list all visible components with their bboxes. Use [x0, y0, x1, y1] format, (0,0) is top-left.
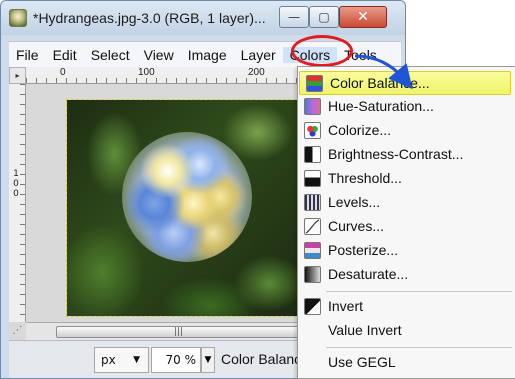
menu-item-curves[interactable]: Curves... — [298, 215, 515, 239]
hydrangea-flower — [122, 132, 252, 262]
hue-saturation-icon — [304, 98, 321, 115]
zoom-input[interactable]: 70 % — [151, 347, 201, 373]
menu-item-label: Hue-Saturation... — [328, 98, 434, 114]
color-balance-icon — [306, 75, 323, 92]
menu-item-label: Color Balance... — [330, 75, 430, 91]
colorize-icon — [304, 122, 321, 139]
image-thumbnail-icon — [9, 9, 27, 27]
posterize-icon — [304, 242, 321, 259]
ruler-label: 0 — [13, 189, 19, 199]
menu-item-use-gegl[interactable]: Use GEGL — [298, 351, 515, 375]
ruler-label: 0 — [13, 179, 19, 189]
horizontal-ruler[interactable]: 0 100 200 — [26, 67, 301, 84]
menu-item-value-invert[interactable]: Value Invert — [298, 319, 515, 343]
close-button[interactable]: ✕ — [339, 6, 387, 28]
menu-item-label: Levels... — [328, 194, 381, 210]
minimize-button[interactable]: — — [279, 6, 309, 28]
menu-item-label: Threshold... — [328, 170, 402, 186]
ruler-label: 0 — [60, 67, 66, 78]
menu-item-hue-saturation[interactable]: Hue-Saturation... — [298, 95, 515, 119]
ruler-label: 100 — [138, 67, 155, 78]
menu-item-label: Desaturate... — [328, 266, 409, 282]
maximize-button[interactable]: ▢ — [309, 6, 339, 28]
menu-item-label: Colorize... — [328, 122, 392, 138]
unit-select[interactable]: px ▼ — [94, 347, 149, 373]
menu-select[interactable]: Select — [84, 47, 137, 63]
menu-item-label: Use GEGL — [328, 354, 396, 370]
colors-menu: Color Balance... Hue-Saturation... Color… — [297, 66, 515, 379]
quick-mask-toggle-icon[interactable]: ⋰ — [9, 322, 26, 340]
canvas-area[interactable]: ▸ 0 100 200 1 0 0 ⋰ ||| — [9, 67, 306, 340]
unit-value: px — [101, 353, 116, 367]
menu-item-desaturate[interactable]: Desaturate... — [298, 263, 515, 287]
menu-item-label: Curves... — [328, 218, 385, 234]
menu-item-posterize[interactable]: Posterize... — [298, 239, 515, 263]
menu-layer[interactable]: Layer — [234, 47, 283, 63]
menu-file[interactable]: File — [9, 47, 46, 63]
menu-item-levels[interactable]: Levels... — [298, 191, 515, 215]
hydrangea-image[interactable] — [66, 99, 306, 317]
curves-icon — [304, 218, 321, 235]
menu-item-color-balance[interactable]: Color Balance... — [299, 71, 511, 95]
threshold-icon — [304, 170, 321, 187]
brightness-contrast-icon — [304, 146, 321, 163]
menu-item-brightness-contrast[interactable]: Brightness-Contrast... — [298, 143, 515, 167]
menu-item-invert[interactable]: Invert — [298, 295, 515, 319]
menu-separator — [326, 347, 512, 348]
ruler-label: 1 — [13, 169, 19, 179]
menu-item-label: Value Invert — [328, 322, 402, 338]
vertical-ruler[interactable]: 1 0 0 — [9, 84, 26, 322]
menu-item-label: Invert — [328, 298, 364, 314]
menu-item-label: Posterize... — [328, 242, 399, 258]
horizontal-scrollbar[interactable]: ||| — [26, 322, 301, 340]
ruler-corner-button[interactable]: ▸ — [9, 67, 26, 84]
menu-item-colorize[interactable]: Colorize... — [298, 119, 515, 143]
menu-item-threshold[interactable]: Threshold... — [298, 167, 515, 191]
desaturate-icon — [304, 266, 321, 283]
annotation-circle — [291, 35, 353, 67]
invert-icon — [304, 298, 321, 315]
menu-separator — [326, 291, 512, 292]
menu-image[interactable]: Image — [181, 47, 234, 63]
menu-edit[interactable]: Edit — [46, 47, 84, 63]
zoom-dropdown-button[interactable]: ▼ — [201, 347, 215, 373]
menu-item-label: Brightness-Contrast... — [328, 146, 464, 162]
scrollbar-thumb[interactable]: ||| — [56, 326, 301, 338]
title-bar[interactable]: *Hydrangeas.jpg-3.0 (RGB, 1 layer)... — … — [1, 1, 405, 35]
levels-icon — [304, 194, 321, 211]
ruler-label: 200 — [248, 67, 265, 78]
menu-view[interactable]: View — [137, 47, 181, 63]
window-title: *Hydrangeas.jpg-3.0 (RGB, 1 layer)... — [33, 10, 266, 26]
chevron-down-icon: ▼ — [133, 355, 140, 365]
